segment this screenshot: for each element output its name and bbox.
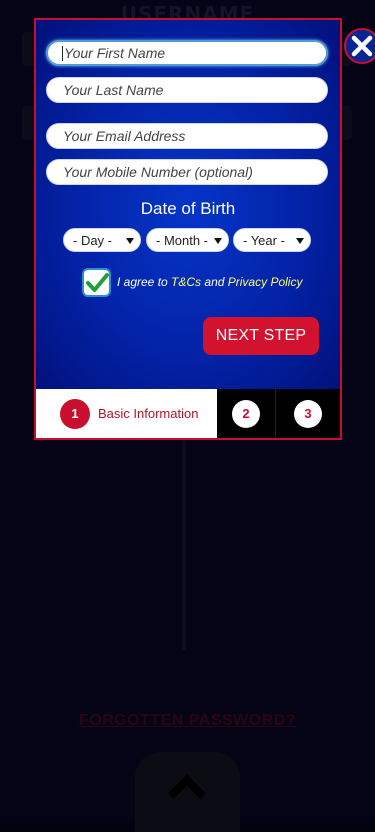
text-caret <box>62 45 63 61</box>
dropdown-arrow-icon <box>214 238 222 244</box>
dob-day-select[interactable]: - Day - <box>63 228 141 252</box>
last-name-placeholder: Your Last Name <box>63 82 164 98</box>
first-name-input[interactable]: Your First Name <box>46 40 328 66</box>
mobile-input[interactable]: Your Mobile Number (optional) <box>46 159 328 185</box>
terms-link[interactable]: T&Cs <box>171 275 201 289</box>
step-indicator: 1 Basic Information 2 3 <box>36 389 340 438</box>
step-1-tab[interactable]: 1 Basic Information <box>36 389 217 438</box>
last-name-input[interactable]: Your Last Name <box>46 77 328 103</box>
checkmark-icon <box>86 273 109 292</box>
close-icon <box>351 35 373 57</box>
privacy-policy-link[interactable]: Privacy Policy <box>228 275 303 289</box>
first-name-placeholder: Your First Name <box>64 45 166 61</box>
close-button[interactable] <box>344 28 375 64</box>
dropdown-arrow-icon <box>126 238 134 244</box>
agree-and: and <box>204 275 225 289</box>
step-1-label: Basic Information <box>98 406 199 421</box>
email-input[interactable]: Your Email Address <box>46 123 328 149</box>
step-3-tab[interactable]: 3 <box>276 389 340 438</box>
chevron-up-icon <box>168 774 206 799</box>
step-2-tab[interactable]: 2 <box>217 389 276 438</box>
step-1-number: 1 <box>60 398 90 429</box>
agree-prefix: I agree to <box>117 275 168 289</box>
dob-day-value: - Day - <box>73 232 112 248</box>
dropdown-arrow-icon <box>296 238 304 244</box>
background-scroll-up-tab <box>135 752 240 832</box>
step-3-number: 3 <box>294 399 322 428</box>
step-2-number: 2 <box>232 399 260 428</box>
dob-title: Date of Birth <box>140 199 236 218</box>
background-divider <box>182 440 186 650</box>
mobile-placeholder: Your Mobile Number (optional) <box>63 164 253 180</box>
terms-agreement-text: I agree to T&Cs and Privacy Policy <box>117 275 302 289</box>
dob-year-select[interactable]: - Year - <box>233 228 311 252</box>
dob-year-value: - Year - <box>243 232 285 248</box>
email-placeholder: Your Email Address <box>63 128 186 144</box>
next-step-button[interactable]: NEXT STEP <box>203 317 319 355</box>
dob-month-value: - Month - <box>156 232 209 248</box>
terms-checkbox[interactable] <box>82 268 111 297</box>
dob-month-select[interactable]: - Month - <box>146 228 229 252</box>
background-forgotten-password-link: FORGOTTEN PASSWORD? <box>78 712 297 729</box>
